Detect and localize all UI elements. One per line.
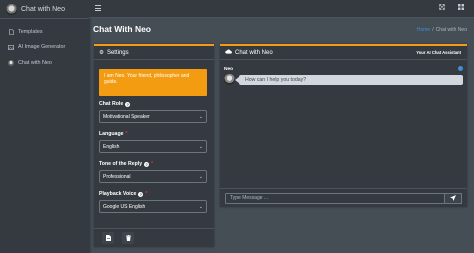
send-icon — [450, 195, 456, 201]
file-icon — [105, 235, 111, 241]
expand-icon[interactable] — [439, 4, 445, 12]
breadcrumb: Home / Chat with Neo — [417, 27, 467, 33]
send-button[interactable] — [445, 192, 462, 204]
chat-role-group: Chat Role ? Motivational Speaker ⌄ — [99, 101, 207, 123]
sidebar-nav: Templates AI Image Generator Chat with N… — [0, 19, 89, 71]
chat-title: Chat with Neo — [235, 49, 273, 56]
help-icon[interactable]: ? — [125, 101, 131, 107]
tone-group: Tone of the Reply ? * Professional ⌄ — [99, 161, 207, 183]
image-icon — [8, 44, 14, 50]
message-input[interactable]: Type Message ... — [225, 192, 445, 204]
chat-card-header: Chat with Neo Your AI Chat Assistant — [220, 46, 467, 60]
help-icon[interactable]: ? — [144, 161, 150, 167]
message-sender-name: Neo — [224, 67, 234, 72]
avatar — [224, 74, 235, 85]
chat-card: Chat with Neo Your AI Chat Assistant Neo… — [220, 44, 467, 207]
message-text: How can I help you today? — [245, 77, 307, 83]
tone-select[interactable]: Professional ⌄ — [99, 170, 207, 183]
tone-label: Tone of the Reply ? * — [99, 161, 154, 167]
language-group: Language * English ⌄ — [99, 131, 207, 153]
sidebar: Chat with Neo Templates AI Image Generat… — [0, 0, 89, 253]
language-label: Language * — [99, 131, 128, 137]
breadcrumb-home-link[interactable]: Home — [417, 27, 430, 33]
file-icon — [8, 28, 14, 35]
settings-footer — [94, 228, 214, 247]
required-marker: * — [125, 131, 128, 137]
delete-button[interactable] — [122, 232, 134, 244]
brand-text: Chat with Neo — [21, 5, 65, 13]
cloud-icon — [225, 49, 232, 56]
breadcrumb-separator: / — [432, 27, 434, 33]
sidebar-item-label: Templates — [18, 28, 43, 35]
brand-logo — [6, 3, 17, 15]
language-select[interactable]: English ⌄ — [99, 140, 207, 153]
page-title: Chat With Neo — [93, 24, 152, 34]
sidebar-item-ai-image-generator[interactable]: AI Image Generator — [0, 40, 89, 56]
brand-link[interactable]: Chat with Neo — [0, 0, 89, 19]
neo-intro-callout: I am Neo. Your friend, philosopher and g… — [99, 69, 207, 96]
top-navbar — [89, 0, 474, 18]
voice-group: Playback Voice ? * Google US English ⌄ — [99, 191, 207, 213]
hamburger-icon[interactable] — [95, 5, 101, 11]
sidebar-item-label: Chat with Neo — [18, 59, 52, 66]
chat-card-tools: Your AI Chat Assistant — [416, 50, 461, 55]
settings-card: ⚙ Settings I am Neo. Your friend, philos… — [94, 44, 214, 247]
chat-role-label: Chat Role ? — [99, 101, 131, 107]
sidebar-item-chat-with-neo[interactable]: Chat with Neo — [0, 55, 89, 71]
required-marker: * — [151, 161, 154, 167]
chevron-down-icon: ⌄ — [198, 203, 203, 210]
required-marker: * — [145, 191, 148, 197]
gear-icon: ⚙ — [99, 49, 104, 56]
voice-select[interactable]: Google US English ⌄ — [99, 200, 207, 213]
settings-card-header: ⚙ Settings — [94, 46, 214, 60]
sidebar-item-templates[interactable]: Templates — [0, 24, 89, 40]
status-dot-icon — [458, 66, 463, 71]
chat-role-select[interactable]: Motivational Speaker ⌄ — [99, 110, 207, 123]
voice-label: Playback Voice ? * — [99, 191, 148, 197]
message-bubble: How can I help you today? — [235, 75, 463, 85]
settings-title: Settings — [106, 49, 129, 56]
trash-icon — [125, 235, 131, 241]
help-icon[interactable]: ? — [138, 191, 144, 197]
chevron-down-icon: ⌄ — [198, 113, 203, 120]
chevron-down-icon: ⌄ — [198, 143, 203, 150]
sidebar-item-label: AI Image Generator — [18, 44, 66, 51]
save-button[interactable] — [102, 232, 114, 244]
chat-footer: Type Message ... — [220, 188, 467, 207]
chevron-down-icon: ⌄ — [198, 173, 203, 180]
grid-icon[interactable] — [458, 4, 464, 12]
breadcrumb-current: Chat with Neo — [435, 27, 467, 33]
neo-avatar-icon — [8, 59, 14, 66]
